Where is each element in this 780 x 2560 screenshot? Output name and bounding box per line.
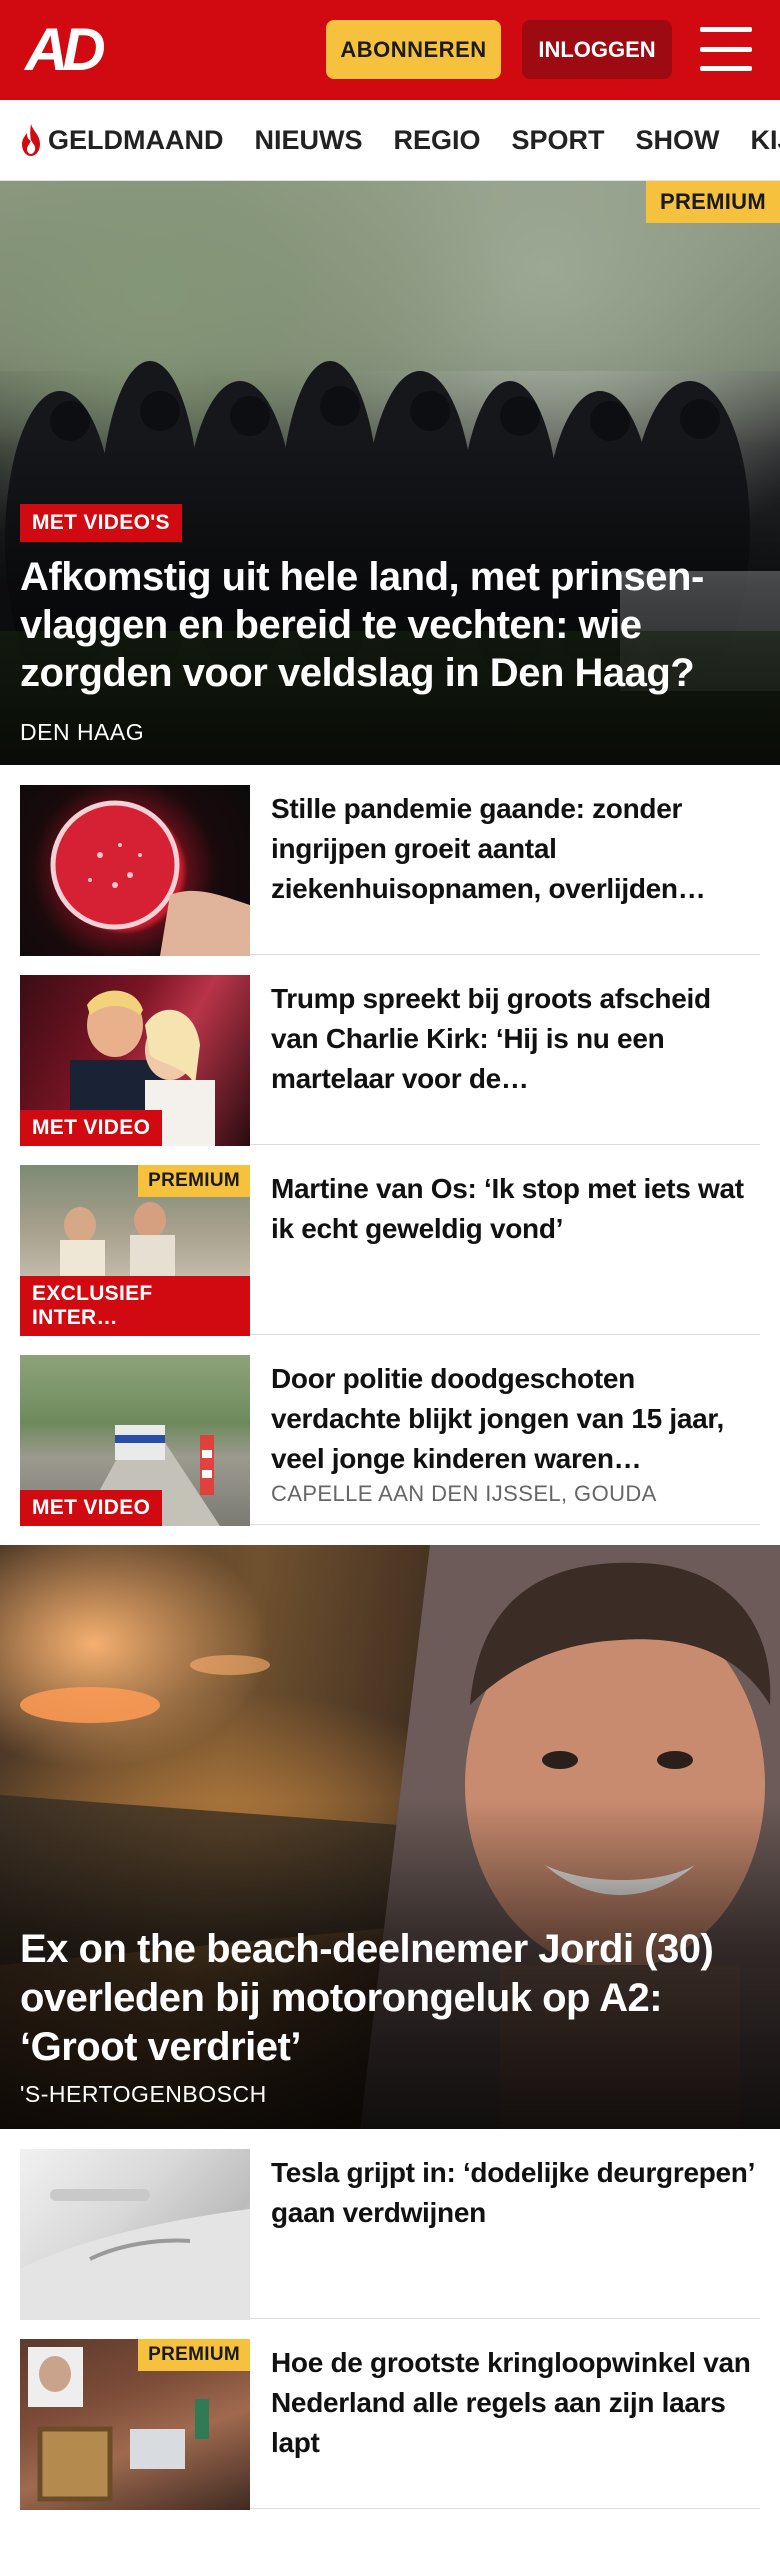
nav-item-show[interactable]: SHOW — [636, 125, 720, 156]
nav-item-regio[interactable]: REGIO — [394, 125, 481, 156]
article-thumbnail — [20, 2149, 250, 2320]
petri-dish-image — [50, 800, 250, 956]
flame-icon — [22, 124, 40, 156]
feature-title[interactable]: Ex on the beach-deelnemer Jordi (30) ove… — [20, 1925, 760, 2072]
hero-location: DEN HAAG — [20, 719, 145, 745]
nav-item-nieuws[interactable]: NIEUWS — [255, 125, 363, 156]
article-thumbnail — [20, 785, 250, 956]
subscribe-button[interactable]: ABONNEREN — [326, 20, 501, 79]
premium-badge: PREMIUM — [138, 1165, 250, 1197]
list-item[interactable]: PREMIUM EXCLUSIEF INTER… Martine van Os:… — [20, 1145, 760, 1336]
exclusive-label: EXCLUSIEF INTER… — [20, 1276, 250, 1336]
feature-location: 'S-HERTOGENBOSCH — [20, 2081, 267, 2107]
article-title[interactable]: Door politie doodgeschoten verdachte bli… — [271, 1359, 760, 1479]
hero-article[interactable]: PREMIUM MET VIDEO'S Afkomstig uit hele l… — [0, 181, 780, 765]
article-thumbnail: MET VIDEO — [20, 975, 250, 1146]
menu-icon-line — [700, 27, 752, 32]
video-label: MET VIDEO — [20, 1110, 163, 1146]
article-text: Stille pandemie gaande: zonder ingrijpen… — [250, 785, 760, 954]
list-item[interactable]: MET VIDEO Trump spreekt bij groots afsch… — [20, 955, 760, 1146]
article-title[interactable]: Stille pandemie gaande: zonder ingrijpen… — [271, 789, 760, 909]
list-item[interactable]: MET VIDEO Door politie doodgeschoten ver… — [20, 1335, 760, 1526]
article-list: Stille pandemie gaande: zonder ingrijpen… — [0, 765, 780, 1526]
menu-icon-line — [700, 66, 752, 71]
premium-badge: PREMIUM — [646, 181, 780, 223]
article-title[interactable]: Trump spreekt bij groots afscheid van Ch… — [271, 979, 760, 1099]
menu-icon[interactable] — [700, 27, 752, 71]
nav-item-geldmaand[interactable]: GELDMAAND — [18, 123, 224, 157]
list-item[interactable]: Stille pandemie gaande: zonder ingrijpen… — [20, 765, 760, 956]
article-list-2: Tesla grijpt in: ‘dodelijke deurgrepen’ … — [0, 2129, 780, 2510]
article-text: Tesla grijpt in: ‘dodelijke deurgrepen’ … — [250, 2149, 760, 2318]
premium-badge: PREMIUM — [138, 2339, 250, 2371]
login-button[interactable]: INLOGGEN — [522, 20, 672, 79]
menu-icon-line — [700, 46, 752, 52]
tesla-door-image — [20, 2189, 250, 2320]
top-bar: AD ABONNEREN INLOGGEN — [0, 0, 780, 100]
list-item[interactable]: PREMIUM Hoe de grootste kringloopwinkel … — [20, 2319, 760, 2510]
article-text: Martine van Os: ‘Ik stop met iets wat ik… — [250, 1165, 760, 1334]
article-title[interactable]: Martine van Os: ‘Ik stop met iets wat ik… — [271, 1169, 760, 1249]
article-title[interactable]: Tesla grijpt in: ‘dodelijke deurgrepen’ … — [271, 2153, 760, 2233]
article-thumbnail: MET VIDEO — [20, 1355, 250, 1526]
article-thumbnail: PREMIUM — [20, 2339, 250, 2510]
feature-article[interactable]: Ex on the beach-deelnemer Jordi (30) ove… — [0, 1545, 780, 2129]
list-item[interactable]: Tesla grijpt in: ‘dodelijke deurgrepen’ … — [20, 2129, 760, 2320]
video-label: MET VIDEO'S — [20, 504, 182, 542]
article-text: Door politie doodgeschoten verdachte bli… — [250, 1355, 760, 1524]
nav-item-kijk[interactable]: KIJK — [751, 125, 780, 156]
article-location: CAPELLE AAN DEN IJSSEL, GOUDA — [271, 1481, 657, 1506]
article-text: Trump spreekt bij groots afscheid van Ch… — [250, 975, 760, 1144]
article-thumbnail: PREMIUM EXCLUSIEF INTER… — [20, 1165, 250, 1336]
nav-item-label: GELDMAAND — [48, 124, 224, 155]
article-text: Hoe de grootste kringloopwinkel van Nede… — [250, 2339, 760, 2508]
video-label: MET VIDEO — [20, 1490, 163, 1526]
section-nav: GELDMAAND NIEUWS REGIO SPORT SHOW KIJK — [0, 100, 780, 181]
nav-item-sport[interactable]: SPORT — [512, 125, 605, 156]
article-title[interactable]: Hoe de grootste kringloopwinkel van Nede… — [271, 2343, 760, 2463]
ad-logo[interactable]: AD — [25, 18, 106, 82]
hero-title[interactable]: Afkomstig uit hele land, met prinsen-vla… — [20, 553, 760, 697]
